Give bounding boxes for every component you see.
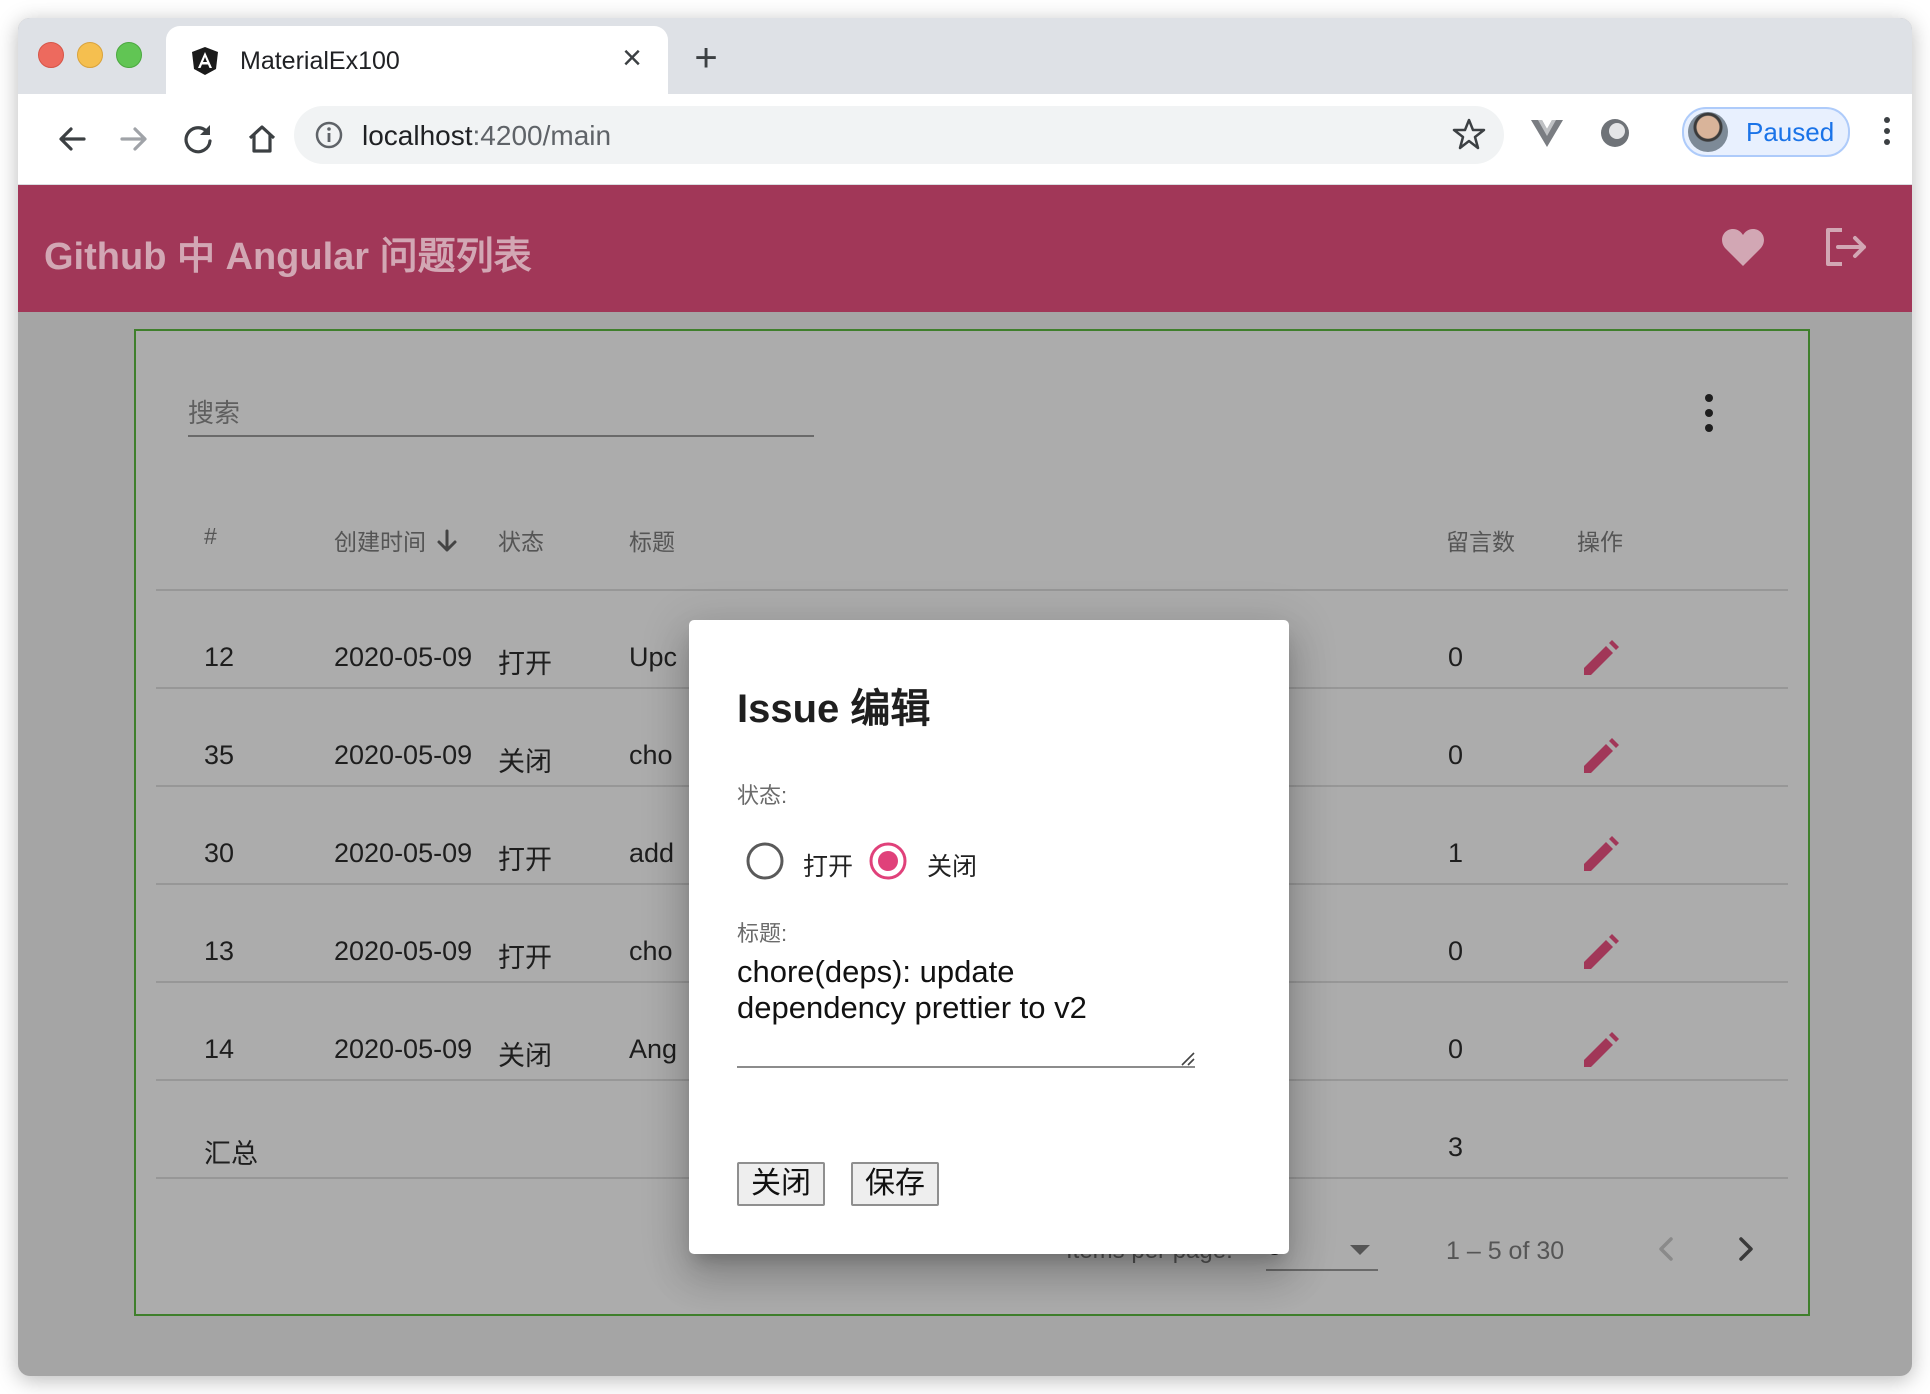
logout-icon[interactable] (1820, 222, 1870, 272)
issue-edit-dialog: Issue 编辑 状态: 打开 关闭 标题: chore(deps): upda… (689, 620, 1289, 1254)
resize-handle-icon[interactable] (1179, 1050, 1195, 1066)
footer-comments-total: 3 (1448, 1132, 1464, 1162)
cell-created: 2020-05-09 (334, 838, 473, 868)
app-title: Github 中 Angular 问题列表 (44, 236, 532, 278)
heart-icon[interactable] (1718, 222, 1768, 272)
new-tab-icon[interactable]: + (686, 38, 726, 78)
title-label: 标题: (737, 921, 788, 946)
cell-created: 2020-05-09 (334, 740, 473, 770)
profile-button[interactable]: Paused (1682, 107, 1850, 157)
edit-icon[interactable] (1578, 833, 1622, 877)
cell-title: cho (629, 936, 673, 966)
cell-state: 打开 (498, 649, 552, 679)
close-button[interactable]: 关闭 (737, 1162, 825, 1206)
browser-tab[interactable]: MaterialEx100 × (166, 26, 668, 94)
tab-close-icon[interactable]: × (614, 40, 650, 76)
cell-created: 2020-05-09 (334, 1034, 473, 1064)
cell-comments: 0 (1448, 936, 1464, 966)
radio-closed[interactable] (869, 842, 907, 880)
title-textarea[interactable]: chore(deps): update dependency prettier … (737, 954, 1195, 1068)
reload-icon[interactable] (176, 117, 220, 161)
cell-title: add (629, 838, 675, 868)
tab-strip: MaterialEx100 × + (18, 18, 1912, 94)
header-state[interactable]: 状态 (498, 523, 544, 557)
edit-icon[interactable] (1578, 1029, 1622, 1073)
minimize-window-button[interactable] (77, 42, 103, 68)
angular-icon (190, 46, 220, 76)
edit-icon[interactable] (1578, 637, 1622, 681)
cell-comments: 0 (1448, 1034, 1464, 1064)
cell-created: 2020-05-09 (334, 936, 473, 966)
profile-status: Paused (1746, 117, 1835, 147)
header-title[interactable]: 标题 (629, 523, 675, 557)
edit-icon[interactable] (1578, 735, 1622, 779)
cell-created: 2020-05-09 (334, 642, 473, 672)
vue-devtools-icon[interactable] (1528, 114, 1566, 152)
cell-state: 关闭 (498, 1041, 552, 1071)
cell-state: 打开 (498, 943, 552, 973)
cell-comments: 0 (1448, 740, 1464, 770)
search-input[interactable]: 搜索 (188, 385, 814, 437)
dialog-title: Issue 编辑 (737, 687, 931, 731)
url-text: localhost:4200/main (362, 120, 612, 151)
close-window-button[interactable] (38, 42, 64, 68)
forward-arrow-icon[interactable] (112, 117, 156, 161)
cell-title: cho (629, 740, 673, 770)
home-icon[interactable] (240, 117, 284, 161)
avatar (1688, 112, 1728, 152)
radio-open[interactable] (746, 842, 784, 880)
cell-title: Upc (629, 642, 678, 672)
page-range-label: 1 – 5 of 30 (1446, 1237, 1565, 1265)
footer-label: 汇总 (204, 1139, 258, 1169)
app-toolbar: Github 中 Angular 问题列表 (18, 185, 1912, 312)
search-placeholder: 搜索 (188, 398, 241, 428)
browser-window: MaterialEx100 × + localhost:4200/main Pa… (18, 18, 1912, 1376)
chevron-left-icon[interactable] (1646, 1229, 1686, 1269)
cell-title: Ang (629, 1034, 678, 1064)
radio-open-label[interactable]: 打开 (803, 847, 853, 883)
cell-number: 30 (204, 838, 235, 868)
tab-title: MaterialEx100 (240, 47, 400, 75)
arrow-down-icon (436, 529, 458, 559)
header-comments[interactable]: 留言数 (1446, 523, 1515, 557)
cell-comments: 0 (1448, 642, 1464, 672)
bookmark-star-icon[interactable] (1452, 117, 1486, 151)
more-vert-icon[interactable] (1702, 393, 1716, 433)
chevron-right-icon[interactable] (1726, 1229, 1766, 1269)
cell-number: 35 (204, 740, 235, 770)
state-label: 状态: (737, 783, 788, 808)
cell-number: 13 (204, 936, 235, 966)
header-actions: 操作 (1577, 529, 1623, 555)
divider (156, 589, 1788, 591)
radio-closed-label[interactable]: 关闭 (927, 847, 977, 883)
header-number[interactable]: # (204, 523, 217, 550)
browser-menu-icon[interactable] (1872, 114, 1902, 148)
cell-state: 打开 (498, 845, 552, 875)
cell-comments: 1 (1448, 838, 1464, 868)
dropdown-arrow-icon (1350, 1245, 1370, 1255)
cell-number: 14 (204, 1034, 235, 1064)
info-icon[interactable] (314, 120, 344, 150)
back-arrow-icon[interactable] (50, 117, 94, 161)
maximize-window-button[interactable] (116, 42, 142, 68)
extension-icon[interactable] (1596, 114, 1634, 152)
edit-icon[interactable] (1578, 931, 1622, 975)
header-created[interactable]: 创建时间 (334, 523, 458, 559)
address-bar[interactable]: localhost:4200/main (294, 106, 1504, 164)
save-button[interactable]: 保存 (851, 1162, 939, 1206)
cell-state: 关闭 (498, 747, 552, 777)
cell-number: 12 (204, 642, 235, 672)
